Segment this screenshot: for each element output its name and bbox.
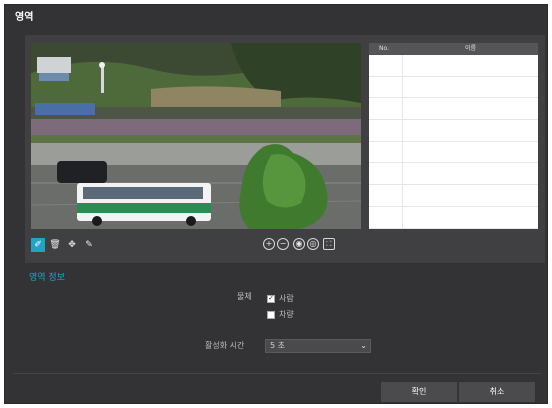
duration-select-value: 5 초 [270, 341, 285, 350]
table-row[interactable] [369, 76, 538, 99]
dialog-title: 영역 [15, 12, 34, 23]
table-row[interactable] [369, 120, 538, 142]
section-title-region-info: 영역 정보 [29, 273, 65, 283]
region-table: No. 이름 [369, 43, 538, 229]
view-toolbar: + − ◉ ◎ ⛶ [263, 238, 335, 250]
table-row[interactable] [369, 141, 538, 164]
paint-icon[interactable]: ✎ [82, 238, 96, 252]
object-label: 물체 [237, 292, 252, 301]
option-vehicle[interactable]: 차량 [267, 309, 294, 320]
table-header: No. 이름 [369, 43, 538, 55]
table-row[interactable] [369, 163, 538, 186]
edit-toolbar: ✐ 🗑 ✥ ✎ [31, 238, 96, 252]
checkbox-vehicle[interactable] [267, 310, 275, 319]
zoom-out-icon[interactable]: − [277, 238, 289, 250]
delete-icon[interactable]: 🗑 [48, 238, 62, 252]
cancel-button[interactable]: 취소 [459, 382, 535, 402]
table-row[interactable] [369, 55, 538, 77]
focus-far-icon[interactable]: ◎ [307, 238, 319, 250]
video-panel: No. 이름 ✐ 🗑 ✥ ✎ + − ◉ ◎ ⛶ [25, 35, 545, 263]
duration-label: 활성화 시간 [205, 341, 245, 350]
option-person[interactable]: ✓ 사람 [267, 293, 294, 304]
table-row[interactable] [369, 206, 538, 229]
focus-near-icon[interactable]: ◉ [293, 238, 305, 250]
column-header-name: 이름 [464, 45, 477, 52]
move-icon[interactable]: ✥ [65, 238, 79, 252]
chevron-down-icon: ⌄ [360, 341, 367, 350]
column-header-no: No. [379, 45, 389, 52]
duration-select[interactable]: 5 초 ⌄ [265, 339, 371, 353]
region-dialog: 영역 No. 이름 ✐ 🗑 ✥ ✎ + − ◉ ◎ ⛶ 영역 정보 물체 ✓ 사… [4, 4, 548, 404]
option-vehicle-label: 차량 [279, 310, 294, 319]
footer-divider [13, 373, 541, 374]
checkbox-person[interactable]: ✓ [267, 294, 275, 303]
camera-preview[interactable] [31, 43, 361, 229]
draw-region-icon[interactable]: ✐ [31, 238, 45, 252]
confirm-button[interactable]: 확인 [381, 382, 457, 402]
table-row[interactable] [369, 185, 538, 207]
table-row[interactable] [369, 98, 538, 121]
zoom-in-icon[interactable]: + [263, 238, 275, 250]
fit-screen-icon[interactable]: ⛶ [323, 238, 335, 250]
option-person-label: 사람 [279, 294, 294, 303]
